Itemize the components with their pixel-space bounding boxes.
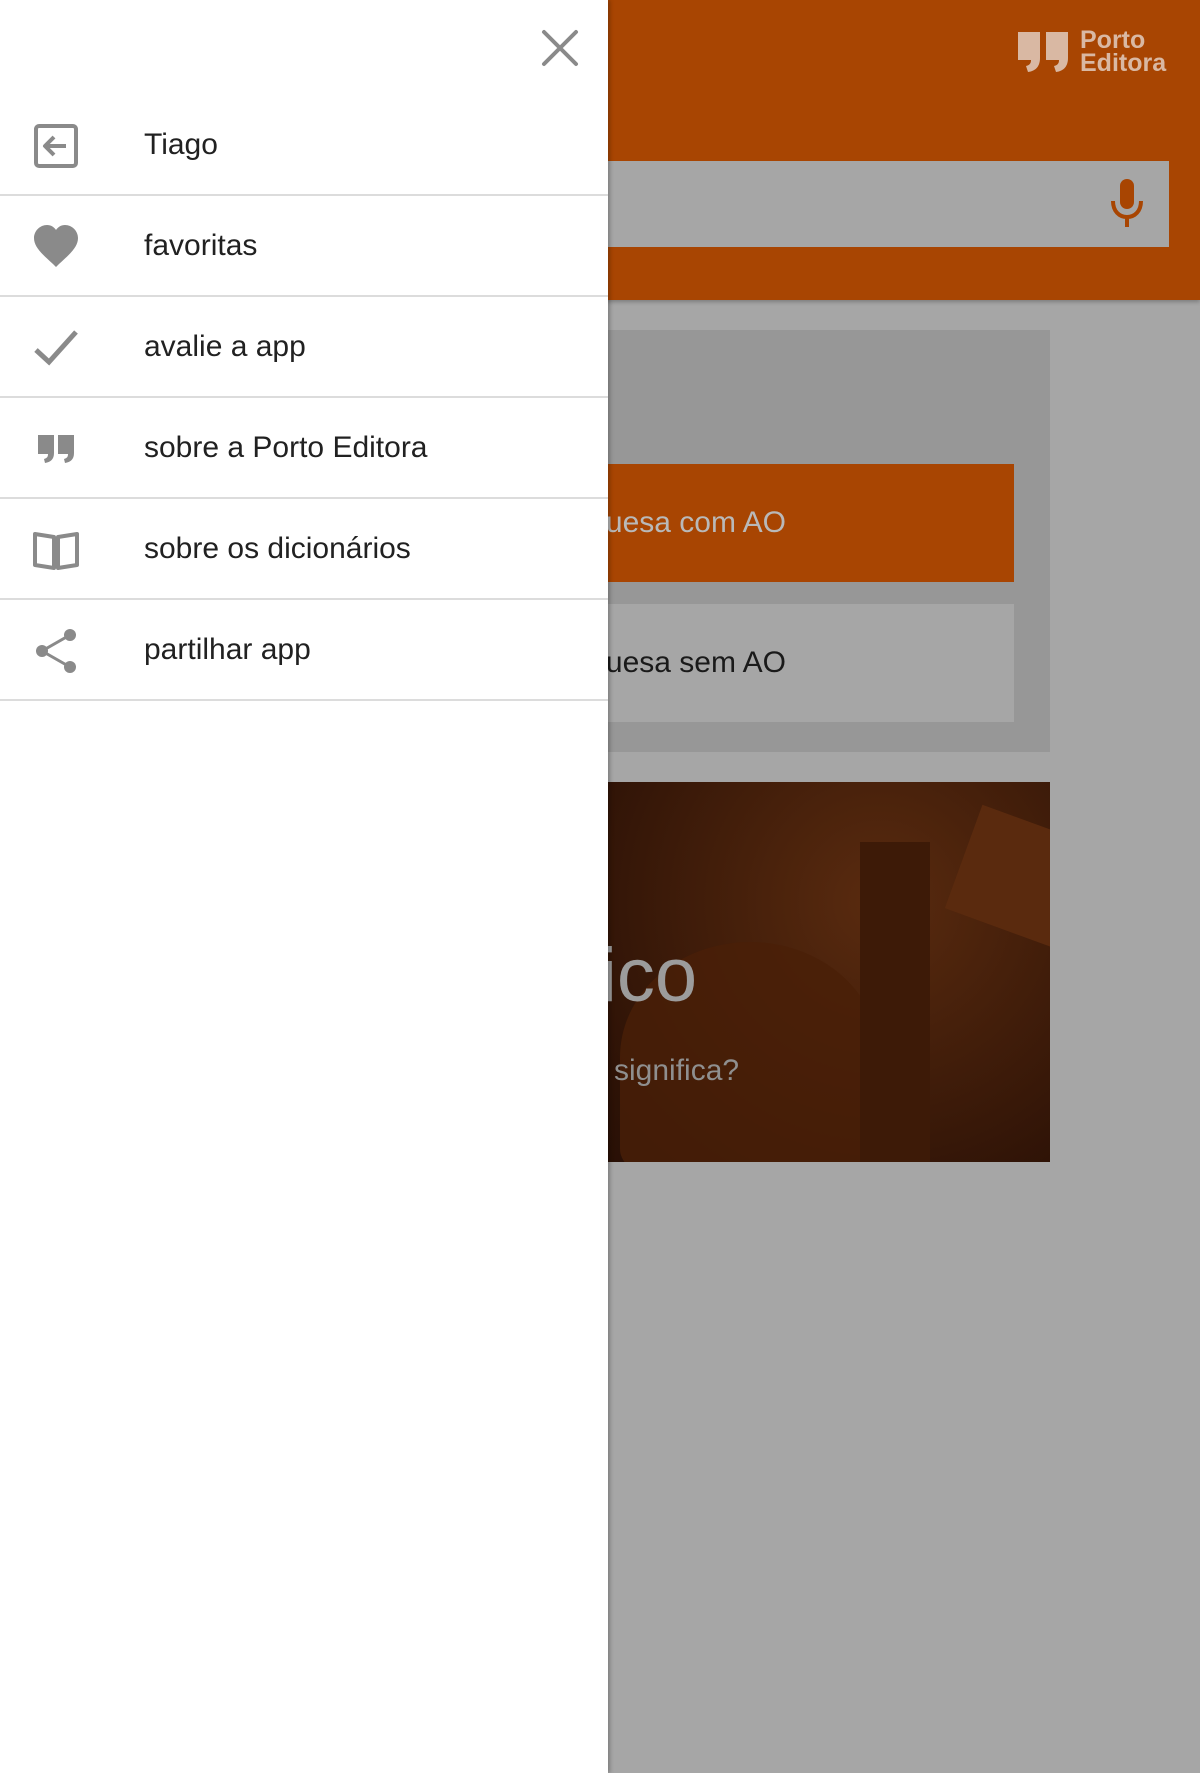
menu-item-label: Tiago xyxy=(144,128,218,161)
menu-item-label: sobre os dicionários xyxy=(144,532,411,565)
drawer-menu: Tiago favoritas avalie a app sobre a Por… xyxy=(0,95,608,701)
menu-item-favorites[interactable]: favoritas xyxy=(0,196,608,297)
menu-item-label: favoritas xyxy=(144,229,258,262)
menu-item-share-app[interactable]: partilhar app xyxy=(0,600,608,701)
menu-item-label: avalie a app xyxy=(144,330,306,363)
menu-item-label: partilhar app xyxy=(144,633,311,666)
promo-title: ico xyxy=(600,933,698,1018)
promo-decoration xyxy=(860,842,930,1162)
menu-item-label: sobre a Porto Editora xyxy=(144,431,428,464)
book-icon xyxy=(33,532,79,570)
heart-icon xyxy=(34,225,78,267)
menu-item-about-porto-editora[interactable]: sobre a Porto Editora xyxy=(0,398,608,499)
menu-item-rate-app[interactable]: avalie a app xyxy=(0,297,608,398)
share-icon xyxy=(36,629,76,673)
brand-logo: Porto Editora xyxy=(1016,26,1170,78)
menu-item-login[interactable]: Tiago xyxy=(0,95,608,196)
close-icon[interactable] xyxy=(536,24,584,72)
brand-name: Porto Editora xyxy=(1080,26,1167,77)
promo-subtitle: significa? xyxy=(614,1054,740,1087)
login-icon xyxy=(34,124,78,168)
menu-item-about-dictionaries[interactable]: sobre os dicionários xyxy=(0,499,608,600)
microphone-icon[interactable] xyxy=(1107,177,1147,231)
dictionary-with-ao-label: uesa com AO xyxy=(605,506,786,539)
promo-decoration xyxy=(944,804,1050,950)
navigation-drawer: Tiago favoritas avalie a app sobre a Por… xyxy=(0,0,608,1773)
quote-logo-icon xyxy=(1018,32,1068,72)
checkmark-icon xyxy=(34,330,78,366)
quote-icon xyxy=(38,435,74,463)
dictionary-without-ao-label: uesa sem AO xyxy=(605,646,786,679)
